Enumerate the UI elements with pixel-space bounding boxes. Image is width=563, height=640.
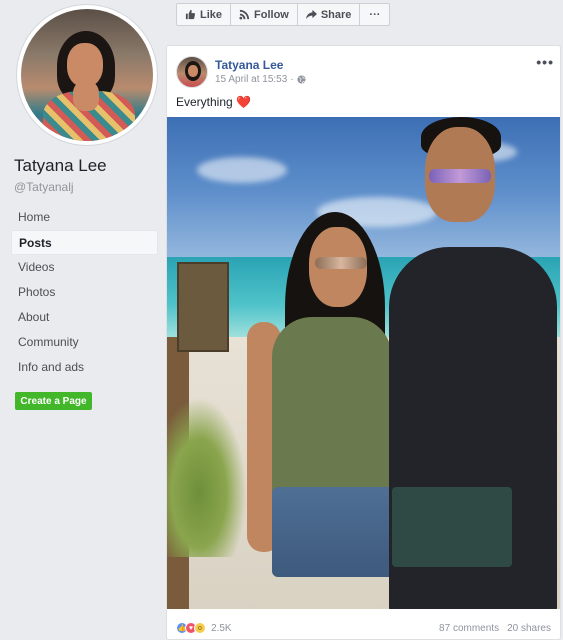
nav-item-about[interactable]: About <box>11 305 158 330</box>
post-meta: 15 April at 15:53 · <box>215 74 306 85</box>
page-handle[interactable]: @Tatyanalj <box>14 180 74 194</box>
profile-picture[interactable] <box>17 5 157 145</box>
page-actions-bar: Like Follow Share ··· <box>176 3 391 26</box>
share-label: Share <box>320 8 352 21</box>
share-arrow-icon <box>305 9 317 20</box>
nav-item-home[interactable]: Home <box>11 205 158 230</box>
post-photo[interactable] <box>167 117 560 609</box>
follow-page-button[interactable]: Follow <box>231 4 298 25</box>
post-timestamp[interactable]: 15 April at 15:53 <box>215 74 287 85</box>
reactions-summary[interactable]: 👍 ♥ o 2.5K <box>176 622 232 634</box>
thumbs-up-icon <box>185 9 196 20</box>
post-author-name[interactable]: Tatyana Lee <box>215 58 283 72</box>
post-caption: Everything <box>176 95 233 109</box>
like-label: Like <box>200 8 223 21</box>
nav-item-videos[interactable]: Videos <box>11 255 158 280</box>
post-options-icon[interactable]: ••• <box>536 54 554 70</box>
post-card: Tatyana Lee 15 April at 15:53 · ••• Ever… <box>166 45 561 640</box>
heart-emoji-icon: ❤️ <box>236 95 251 109</box>
wow-reaction-icon: o <box>194 622 206 634</box>
create-page-button[interactable]: Create a Page <box>15 392 92 410</box>
avatar <box>21 9 153 141</box>
page-title[interactable]: Tatyana Lee <box>14 156 107 176</box>
more-options-button[interactable]: ··· <box>360 4 389 25</box>
reactions-count: 2.5K <box>211 622 232 634</box>
meta-separator: · <box>290 74 294 85</box>
follow-label: Follow <box>254 8 289 21</box>
nav-item-photos[interactable]: Photos <box>11 280 158 305</box>
nav-item-info-and-ads[interactable]: Info and ads <box>11 355 158 380</box>
globe-icon <box>297 75 306 84</box>
rss-icon <box>239 9 250 20</box>
comments-count-link[interactable]: 87 comments <box>439 623 499 634</box>
page-nav: Home Posts Videos Photos About Community… <box>11 205 158 380</box>
post-author-avatar[interactable] <box>176 56 208 88</box>
post-footer: 👍 ♥ o 2.5K 87 comments 20 shares <box>167 617 560 639</box>
left-sidebar: Tatyana Lee @Tatyanalj Home Posts Videos… <box>0 0 166 640</box>
share-page-button[interactable]: Share <box>298 4 361 25</box>
shares-count-link[interactable]: 20 shares <box>507 623 551 634</box>
nav-item-posts[interactable]: Posts <box>11 230 158 255</box>
nav-item-community[interactable]: Community <box>11 330 158 355</box>
like-page-button[interactable]: Like <box>177 4 232 25</box>
post-text: Everything ❤️ <box>176 95 251 109</box>
